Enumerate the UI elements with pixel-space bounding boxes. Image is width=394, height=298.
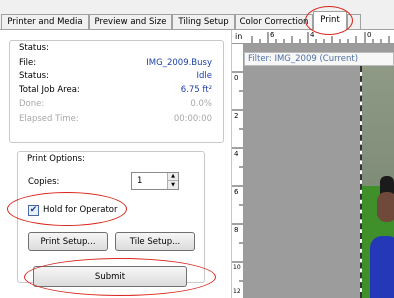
left-ruler-label-8: 8 xyxy=(234,226,239,234)
tile-setup-button[interactable]: Tile Setup... xyxy=(115,232,195,251)
status-file-label: File: xyxy=(19,58,37,68)
print-options-group: Print Options: Copies: 1 ▲ ▼ ✔ Hold for … xyxy=(17,151,205,283)
left-ruler-label-10: 10 xyxy=(233,264,241,271)
status-state-label: Status: xyxy=(19,71,49,81)
preview-image-shirt xyxy=(370,236,394,298)
status-job-area-value: 6.75 ft² xyxy=(180,85,212,95)
left-ruler-label-2: 2 xyxy=(234,112,239,120)
preview-image-sky xyxy=(362,66,394,186)
status-elapsed-value: 00:00:00 xyxy=(173,114,212,124)
status-state-row: Status: Idle xyxy=(19,71,212,81)
status-done-row: Done: 0.0% xyxy=(19,99,212,109)
status-done-label: Done: xyxy=(19,99,45,109)
tab-preview-and-size[interactable]: Preview and Size xyxy=(89,14,172,29)
left-ruler-label-4: 4 xyxy=(234,150,239,158)
tab-printer-and-media[interactable]: Printer and Media xyxy=(1,14,89,29)
left-ruler-label-0: 0 xyxy=(234,74,239,82)
left-ruler-label-6: 6 xyxy=(234,188,239,196)
status-done-value: 0.0% xyxy=(190,99,212,109)
tab-color-correction[interactable]: Color Correction xyxy=(235,14,313,29)
status-elapsed-label: Elapsed Time: xyxy=(19,114,79,124)
top-ruler-label-4: 4 xyxy=(310,31,315,39)
preview-image-face xyxy=(377,192,394,222)
preview-image[interactable] xyxy=(360,66,394,298)
tab-overflow xyxy=(347,14,361,29)
left-ruler-label-12: 12 xyxy=(233,288,241,295)
status-file-row: File: IMG_2009.Busy xyxy=(19,58,212,68)
left-ruler-ticks xyxy=(232,71,243,282)
status-legend: Status: xyxy=(19,43,49,53)
copies-up-arrow-icon[interactable]: ▲ xyxy=(168,173,178,181)
copies-label: Copies: xyxy=(28,177,60,187)
status-group: Status: File: IMG_2009.Busy Status: Idle… xyxy=(9,40,224,143)
top-ruler-label-0: 0 xyxy=(367,31,372,39)
submit-button[interactable]: Submit xyxy=(33,266,187,287)
tab-tiling-setup[interactable]: Tiling Setup xyxy=(172,14,235,29)
tab-bar: Printer and Media Preview and Size Tilin… xyxy=(0,0,394,30)
print-options-legend: Print Options: xyxy=(27,154,85,164)
preview-filter-label: Filter: IMG_2009 (Current) xyxy=(244,52,394,66)
tab-print[interactable]: Print xyxy=(313,11,347,30)
copies-input[interactable]: 1 xyxy=(137,176,142,186)
hold-for-operator-label: Hold for Operator xyxy=(43,205,118,215)
top-ruler: in 6 4 0 xyxy=(232,30,394,44)
hold-for-operator-checkbox[interactable]: ✔ xyxy=(28,205,39,216)
top-ruler-label-6: 6 xyxy=(270,31,275,39)
copies-stepper[interactable]: 1 ▲ ▼ xyxy=(131,172,179,190)
copies-down-arrow-icon[interactable]: ▼ xyxy=(168,181,178,189)
status-job-area-row: Total Job Area: 6.75 ft² xyxy=(19,85,212,95)
status-file-value: IMG_2009.Busy xyxy=(146,58,212,68)
print-panel: Status: File: IMG_2009.Busy Status: Idle… xyxy=(0,30,232,298)
status-state-value: Idle xyxy=(196,71,213,81)
status-job-area-label: Total Job Area: xyxy=(19,85,80,95)
print-setup-button[interactable]: Print Setup... xyxy=(28,232,108,251)
status-elapsed-row: Elapsed Time: 00:00:00 xyxy=(19,114,212,124)
left-ruler: 0 2 4 6 8 10 12 xyxy=(232,44,244,298)
